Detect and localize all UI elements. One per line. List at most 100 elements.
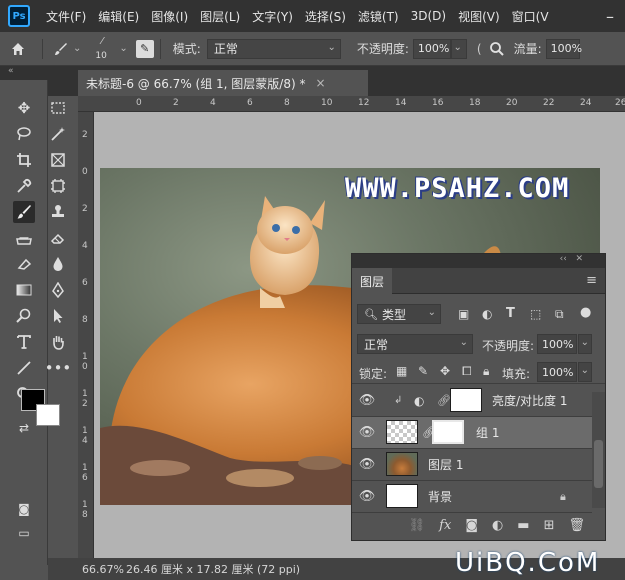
visibility-eye-icon[interactable]: 👁︎	[358, 393, 376, 408]
path-select-tool-icon[interactable]	[47, 305, 69, 327]
screen-mode-icon[interactable]: ▭	[13, 522, 35, 544]
mode-value: 正常	[213, 42, 238, 56]
group-content-thumbnail[interactable]	[386, 420, 418, 444]
move-tool-icon[interactable]: ✥	[13, 97, 35, 119]
text-tool-icon[interactable]	[13, 331, 35, 353]
object-select-tool-icon[interactable]	[47, 175, 69, 197]
menu-select[interactable]: 选择(S)	[299, 8, 352, 25]
menu-window[interactable]: 窗口(V	[506, 8, 555, 25]
delete-layer-icon[interactable]: 🗑︎	[568, 518, 585, 533]
panel-menu-icon[interactable]: ≡	[586, 273, 597, 288]
tab-layers[interactable]: 图层	[352, 268, 392, 294]
frame-tool-icon[interactable]	[47, 149, 69, 171]
add-mask-icon[interactable]: ◙	[465, 518, 478, 533]
close-icon[interactable]: ×	[315, 76, 325, 90]
hand-tool-icon[interactable]	[47, 331, 69, 353]
dodge-tool-icon[interactable]	[13, 305, 35, 327]
layer-row-group-1[interactable]: 👁︎ 🔗︎ 组 1	[352, 417, 592, 449]
filter-adjustment-icon[interactable]: ◐	[482, 307, 492, 321]
layer-mask-thumbnail[interactable]	[450, 388, 482, 412]
menu-layer[interactable]: 图层(L)	[194, 8, 246, 25]
menu-edit[interactable]: 编辑(E)	[92, 8, 145, 25]
opacity-input[interactable]: 100%	[412, 38, 451, 59]
menu-3d[interactable]: 3D(D)	[405, 9, 452, 23]
search-icon[interactable]	[486, 41, 508, 57]
brush-size-preview[interactable]: ⁄ 10	[91, 34, 117, 64]
eraser-secondary-icon[interactable]	[47, 227, 69, 249]
fx-icon[interactable]: fx	[439, 518, 451, 533]
blur-tool-icon[interactable]	[47, 253, 69, 275]
flow-input[interactable]: 100%	[545, 38, 582, 59]
brush-preset-icon[interactable]	[49, 41, 73, 57]
stamp-tool-icon[interactable]	[47, 201, 69, 223]
filter-toggle-icon[interactable]: ●	[580, 305, 591, 320]
layer-filter-select[interactable]: 🔍︎ 类型 ⌄	[357, 304, 441, 324]
eraser-tool-icon[interactable]	[13, 253, 35, 275]
layer-row-brightness-contrast[interactable]: 👁︎ ↲ ◐ 🔗︎ 亮度/对比度 1	[352, 385, 592, 417]
panel-collapse-icon[interactable]: ‹‹ ✕	[352, 254, 605, 268]
filter-shape-icon[interactable]: ⬚	[530, 307, 541, 321]
layer-opacity-dropdown[interactable]: ⌄	[578, 334, 592, 354]
visibility-eye-icon[interactable]: 👁︎	[358, 425, 376, 440]
ruler-h-tick: 24	[580, 98, 592, 108]
lock-transparent-icon[interactable]: ▦	[396, 364, 407, 378]
fill-input[interactable]: 100%	[537, 362, 577, 382]
layers-scrollbar-thumb[interactable]	[594, 440, 603, 488]
ruler-h-tick: 26	[615, 98, 625, 108]
marquee-tool-icon[interactable]	[47, 97, 69, 119]
new-group-icon[interactable]: ▬	[517, 518, 529, 533]
menu-view[interactable]: 视图(V)	[452, 8, 506, 25]
filter-smart-object-icon[interactable]: ⧉	[555, 307, 564, 322]
layer-mask-thumbnail[interactable]	[432, 420, 464, 444]
eyedropper-tool-icon[interactable]	[13, 175, 35, 197]
visibility-eye-icon[interactable]: 👁︎	[358, 457, 376, 472]
menu-file[interactable]: 文件(F)	[40, 8, 92, 25]
crop-tool-icon[interactable]	[13, 149, 35, 171]
minimize-icon[interactable]: –	[595, 0, 625, 32]
brush-dropdown-chevron-icon[interactable]: ⌄	[73, 43, 81, 54]
lock-pixels-icon[interactable]: ✎	[418, 364, 428, 378]
lasso-tool-icon[interactable]	[13, 123, 35, 145]
gradient-tool-icon[interactable]	[13, 279, 35, 301]
lock-all-icon[interactable]: 🔒︎	[483, 364, 489, 379]
layers-scrollbar[interactable]	[592, 392, 605, 508]
reset-colors-icon[interactable]: ⇄	[13, 417, 35, 439]
clone-stamp-tool-icon[interactable]	[13, 227, 35, 249]
layer-opacity-input[interactable]: 100%	[537, 334, 577, 354]
pressure-opacity-icon[interactable]: (	[477, 42, 482, 56]
document-tab[interactable]: 未标题-6 @ 66.7% (组 1, 图层蒙版/8) * ×	[78, 70, 368, 96]
blend-mode-select[interactable]: 正常 ⌄	[357, 334, 473, 354]
tools-panel: ✥ ⇄ ◙ ▭	[0, 80, 48, 565]
mode-select[interactable]: 正常 ⌄	[206, 38, 341, 59]
link-layers-icon[interactable]: ⛓︎	[409, 518, 426, 533]
brush-size-chevron-icon[interactable]: ⌄	[119, 43, 127, 54]
menu-image[interactable]: 图像(I)	[145, 8, 194, 25]
more-tools-icon[interactable]: •••	[45, 357, 72, 379]
magic-wand-tool-icon[interactable]	[47, 123, 69, 145]
brush-tool-icon[interactable]	[13, 201, 35, 223]
visibility-eye-icon[interactable]: 👁︎	[358, 489, 376, 504]
filter-pixel-icon[interactable]: ▣	[458, 307, 469, 321]
brush-settings-icon[interactable]: ✎	[135, 39, 154, 58]
layer-row-background[interactable]: 👁︎ 背景 🔒︎	[352, 481, 592, 513]
home-icon[interactable]	[0, 41, 36, 57]
filter-type-icon[interactable]: T	[506, 306, 515, 321]
pen-tool-icon[interactable]	[47, 279, 69, 301]
lock-artboard-icon[interactable]: ⧠	[462, 364, 472, 379]
background-color-swatch[interactable]	[36, 404, 60, 426]
layer-thumbnail[interactable]	[386, 452, 418, 476]
zoom-level[interactable]: 66.67%	[78, 563, 126, 576]
opacity-dropdown[interactable]: ⌄	[450, 38, 467, 59]
quick-mask-icon[interactable]: ◙	[13, 498, 35, 520]
menu-filter[interactable]: 滤镜(T)	[352, 8, 405, 25]
new-adjustment-icon[interactable]: ◐	[492, 518, 503, 533]
new-layer-icon[interactable]: ⊞	[544, 518, 555, 533]
fill-dropdown[interactable]: ⌄	[578, 362, 592, 382]
brush-size-value: 10	[95, 50, 107, 61]
layer-row-layer-1[interactable]: 👁︎ 图层 1	[352, 449, 592, 481]
menu-type[interactable]: 文字(Y)	[246, 8, 299, 25]
toolbar-collapse-icon[interactable]: «	[0, 66, 48, 80]
line-tool-icon[interactable]	[13, 357, 35, 379]
lock-position-icon[interactable]: ✥	[440, 364, 450, 378]
layer-thumbnail[interactable]	[386, 484, 418, 508]
